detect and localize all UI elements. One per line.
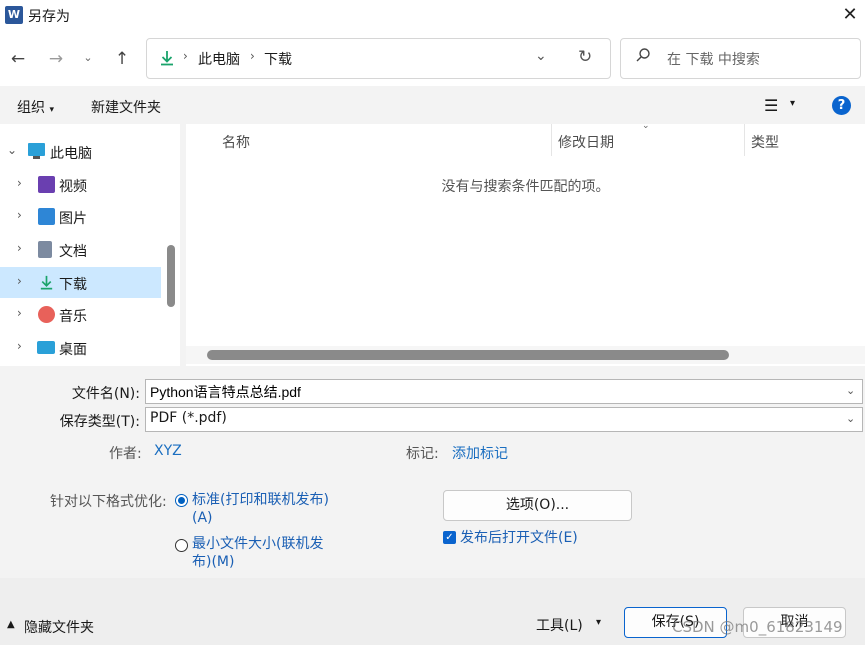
chevron-down-icon[interactable]: ⌄ <box>846 412 855 425</box>
chevron-down-icon[interactable]: ▾ <box>596 617 601 628</box>
new-folder-button[interactable]: 新建文件夹 <box>91 97 161 117</box>
sidebar-item-pictures[interactable]: › 图片 <box>0 201 161 232</box>
chevron-down-icon[interactable]: ⌄ <box>846 384 855 397</box>
radio-minimum-size-label-line1: 最小文件大小(联机发 <box>192 536 324 552</box>
breadcrumb-this-pc[interactable]: 此电脑 <box>198 49 240 69</box>
optimize-label: 针对以下格式优化: <box>50 494 167 510</box>
sort-chevron-icon: ⌄ <box>642 121 650 131</box>
tools-label: 工具(L) <box>536 618 583 634</box>
chevron-down-icon[interactable]: ⌄ <box>7 143 17 157</box>
document-icon <box>38 241 52 258</box>
file-list <box>186 124 865 366</box>
music-icon <box>38 306 55 323</box>
pc-stand-icon <box>33 156 40 159</box>
view-options-chevron-icon[interactable]: ▾ <box>790 98 795 109</box>
organize-button[interactable]: 组织 ▾ <box>17 97 54 117</box>
chevron-right-icon[interactable]: › <box>17 176 22 190</box>
forward-arrow-icon[interactable]: → <box>44 47 68 71</box>
back-arrow-icon[interactable]: ← <box>6 47 30 71</box>
column-divider[interactable] <box>551 124 552 156</box>
column-header-name[interactable]: 名称 <box>222 132 250 152</box>
video-icon <box>38 176 55 193</box>
chevron-right-icon[interactable]: › <box>17 241 22 255</box>
column-divider[interactable] <box>744 124 745 156</box>
desktop-icon <box>37 341 55 354</box>
filetype-label: 保存类型(T): <box>59 414 140 430</box>
radio-standard-label-line2: (A) <box>192 510 213 526</box>
filename-label: 文件名(N): <box>71 386 140 402</box>
sidebar-item-videos[interactable]: › 视频 <box>0 169 161 200</box>
tools-button[interactable]: 工具(L) <box>536 615 583 635</box>
author-label: 作者: <box>109 446 142 462</box>
view-list-icon[interactable]: ☰ <box>764 96 778 115</box>
recent-locations-chevron-icon[interactable]: ⌄ <box>76 46 100 70</box>
help-icon[interactable]: ? <box>832 96 851 115</box>
sidebar-item-downloads[interactable]: › 下载 <box>0 267 161 298</box>
chevron-right-icon[interactable]: › <box>17 208 22 222</box>
sidebar-item-label: 文档 <box>59 244 87 260</box>
chevron-down-icon: ▾ <box>49 105 54 115</box>
sidebar-item-label: 下载 <box>59 277 87 293</box>
radio-minimum-size[interactable] <box>175 539 188 552</box>
open-after-publish-label[interactable]: 发布后打开文件(E) <box>460 527 578 547</box>
chevron-right-icon[interactable]: › <box>17 339 22 353</box>
radio-minimum-size-label[interactable]: 最小文件大小(联机发 布)(M) <box>192 535 323 571</box>
sidebar-item-label: 视频 <box>59 179 87 195</box>
sidebar-item-this-pc[interactable]: ⌄ 此电脑 <box>0 136 161 167</box>
radio-minimum-size-label-line2: 布)(M) <box>192 554 235 570</box>
hide-folders-button[interactable]: 隐藏文件夹 <box>24 617 94 637</box>
pc-icon <box>28 143 45 156</box>
sidebar-item-label: 此电脑 <box>50 146 92 162</box>
refresh-icon[interactable]: ↻ <box>578 47 592 67</box>
author-value[interactable]: XYZ <box>154 443 182 459</box>
word-app-icon: W <box>5 6 23 24</box>
address-history-chevron-icon[interactable]: ⌄ <box>535 48 547 64</box>
breadcrumb-separator-icon: › <box>250 49 255 63</box>
sidebar-item-documents[interactable]: › 文档 <box>0 234 161 265</box>
filename-input[interactable] <box>145 379 863 404</box>
sidebar-item-label: 图片 <box>59 211 87 227</box>
breadcrumb-downloads[interactable]: 下载 <box>264 49 292 69</box>
sidebar-item-label: 桌面 <box>59 342 87 358</box>
filetype-value: PDF (*.pdf) <box>150 410 227 426</box>
breadcrumb-separator-icon: › <box>183 49 188 63</box>
add-tags-link[interactable]: 添加标记 <box>452 443 508 463</box>
tags-label: 标记: <box>406 446 439 462</box>
radio-standard-label-line1: 标准(打印和联机发布) <box>192 492 329 508</box>
options-button[interactable]: 选项(O)... <box>443 490 632 521</box>
horizontal-scrollbar-thumb[interactable] <box>207 350 729 360</box>
download-icon <box>40 275 53 290</box>
sidebar-item-music[interactable]: › 音乐 <box>0 299 161 330</box>
open-after-publish-checkbox[interactable]: ✓ <box>443 531 456 544</box>
column-header-modified[interactable]: 修改日期 <box>558 132 614 152</box>
close-icon[interactable]: ✕ <box>838 3 862 27</box>
organize-label: 组织 <box>17 100 45 116</box>
download-folder-icon <box>161 51 173 66</box>
watermark-text: CSDN @m0_61823149 <box>672 618 843 636</box>
search-input[interactable]: 在 下载 中搜索 <box>667 49 760 69</box>
sidebar-scrollbar[interactable] <box>167 245 175 307</box>
sidebar-item-desktop[interactable]: › 桌面 <box>0 332 161 363</box>
chevron-up-icon[interactable]: ▲ <box>7 619 15 630</box>
picture-icon <box>38 208 55 225</box>
empty-results-message: 没有与搜索条件匹配的项。 <box>441 179 610 195</box>
sidebar-item-label: 音乐 <box>59 309 87 325</box>
up-arrow-icon[interactable]: ↑ <box>110 47 134 71</box>
column-header-type[interactable]: 类型 <box>751 132 779 152</box>
title-bar <box>0 0 865 30</box>
chevron-right-icon[interactable]: › <box>17 306 22 320</box>
radio-standard-label[interactable]: 标准(打印和联机发布) (A) <box>192 491 329 527</box>
radio-standard[interactable] <box>175 494 188 507</box>
filetype-select[interactable]: PDF (*.pdf) <box>145 407 863 432</box>
search-icon <box>636 48 650 62</box>
window-title: 另存为 <box>28 9 70 25</box>
chevron-right-icon[interactable]: › <box>17 274 22 288</box>
